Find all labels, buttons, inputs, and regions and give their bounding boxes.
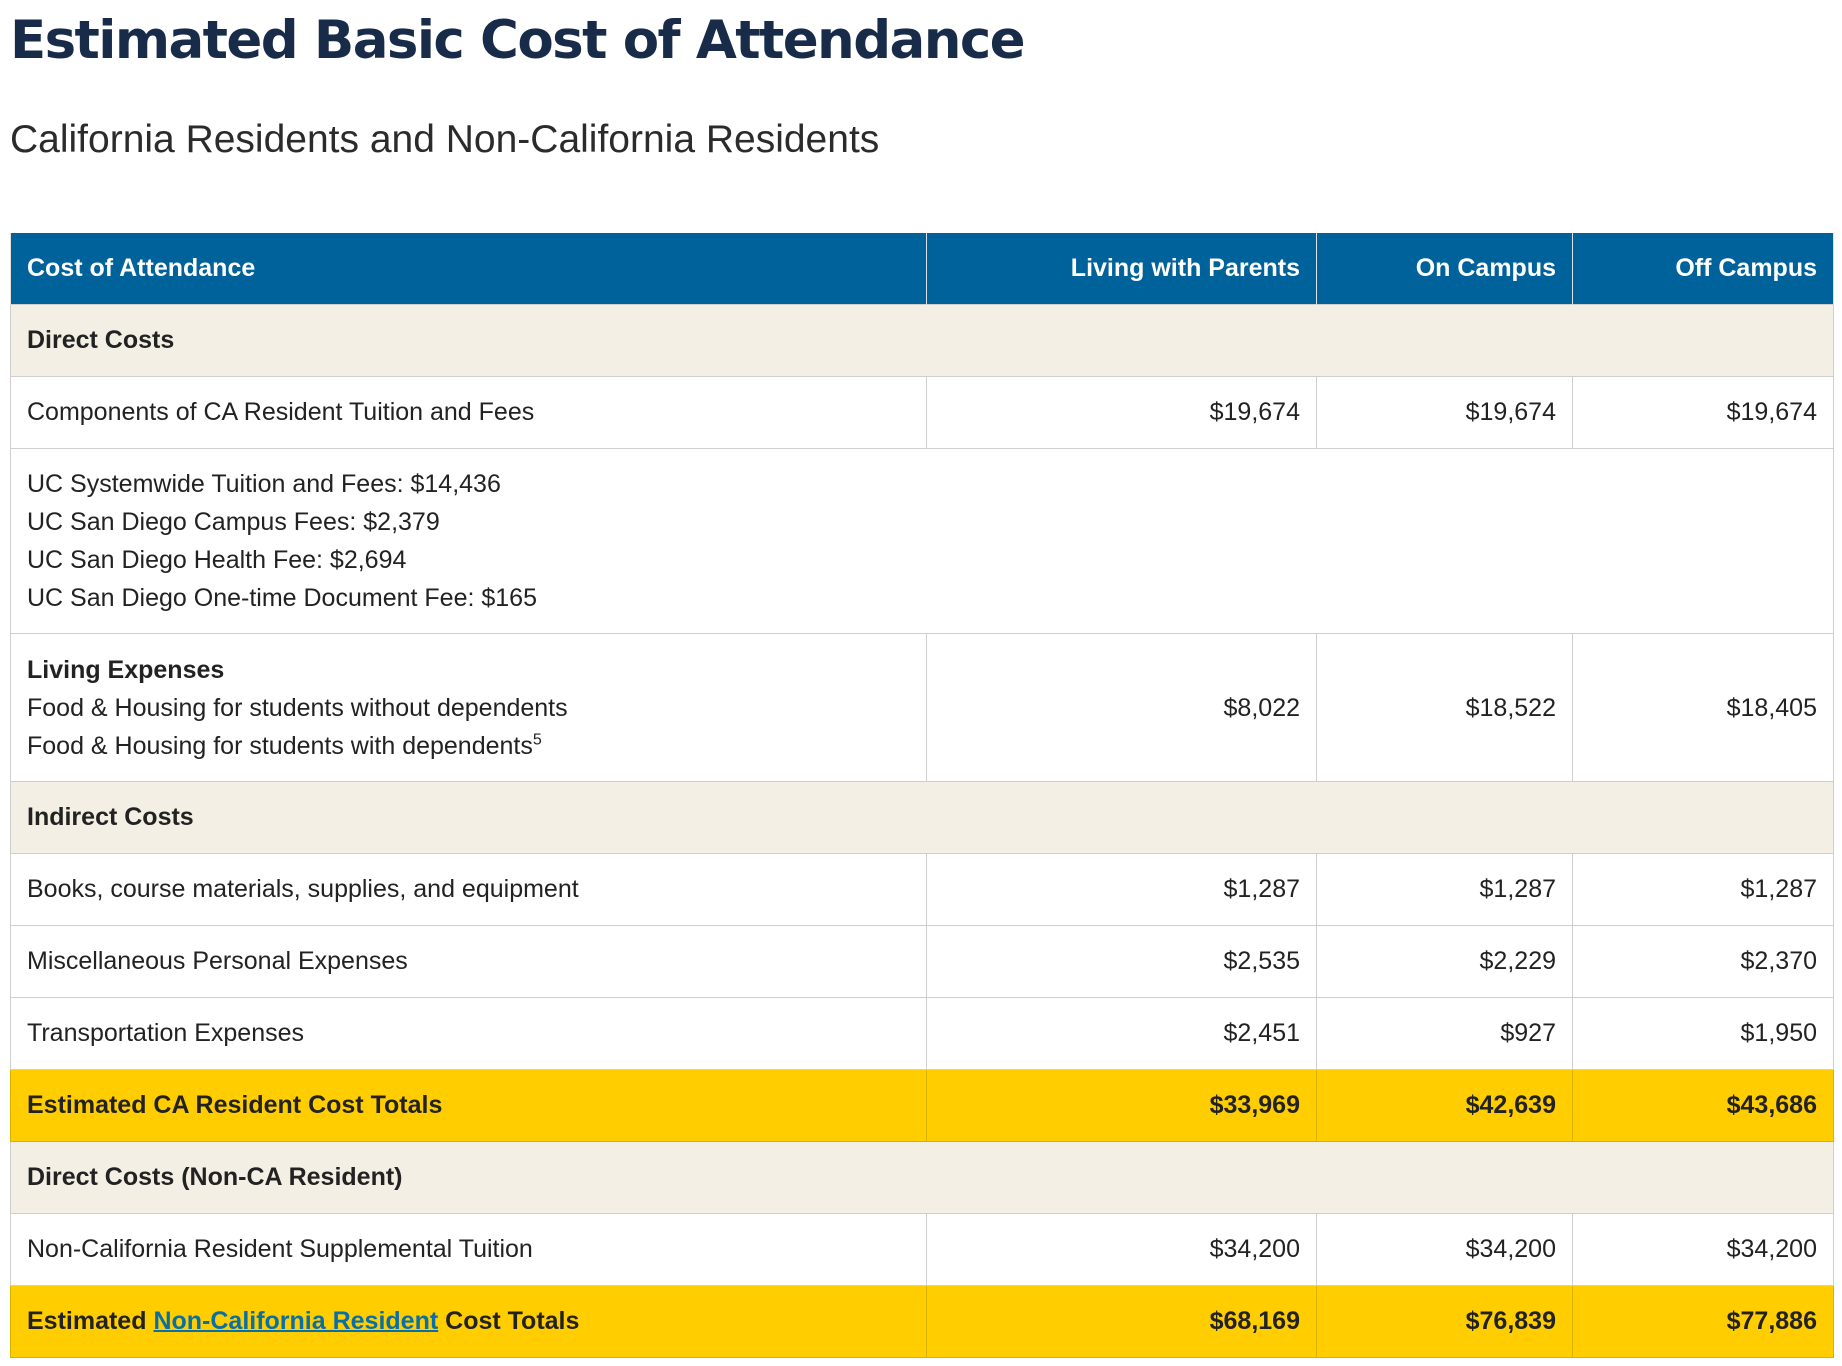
value-on-campus: $1,287	[1316, 853, 1573, 926]
footnote-marker: 5	[532, 731, 542, 749]
header-off-campus: Off Campus	[1572, 233, 1834, 305]
value-on-campus: $76,839	[1316, 1285, 1573, 1358]
non-ca-total-label-cell: Estimated Non-California Resident Cost T…	[10, 1285, 927, 1358]
table-row-books: Books, course materials, supplies, and e…	[10, 853, 1834, 926]
row-label: Transportation Expenses	[10, 997, 927, 1070]
value-on-campus: $18,522	[1316, 633, 1573, 782]
value-on-campus: $19,674	[1316, 376, 1573, 449]
cost-of-attendance-table: Cost of Attendance Living with Parents O…	[10, 233, 1834, 1358]
table-row-supplemental-tuition: Non-California Resident Supplemental Tui…	[10, 1213, 1834, 1286]
living-expenses-label-cell: Living Expenses Food & Housing for stude…	[10, 633, 927, 782]
value-on-campus: $927	[1316, 997, 1573, 1070]
living-expenses-with-dependents-text: Food & Housing for students with depende…	[27, 731, 533, 760]
breakdown-item: UC San Diego Campus Fees: $2,379	[27, 508, 440, 536]
value-living-with-parents: $34,200	[926, 1213, 1317, 1286]
value-living-with-parents: $68,169	[926, 1285, 1317, 1358]
row-label: Estimated CA Resident Cost Totals	[10, 1069, 927, 1142]
section-indirect-costs: Indirect Costs	[10, 781, 1834, 854]
value-living-with-parents: $8,022	[926, 633, 1317, 782]
value-off-campus: $34,200	[1572, 1213, 1834, 1286]
value-off-campus: $18,405	[1572, 633, 1834, 782]
living-expenses-line-with-dependents: Food & Housing for students with depende…	[27, 727, 910, 765]
table-row-living-expenses: Living Expenses Food & Housing for stude…	[10, 633, 1834, 782]
header-cost-of-attendance: Cost of Attendance	[10, 233, 927, 305]
tuition-breakdown-cell: UC Systemwide Tuition and Fees: $14,436 …	[10, 448, 1834, 634]
breakdown-item: UC Systemwide Tuition and Fees: $14,436	[27, 470, 501, 498]
breakdown-item: UC San Diego One-time Document Fee: $165	[27, 584, 537, 612]
value-living-with-parents: $33,969	[926, 1069, 1317, 1142]
non-california-resident-link[interactable]: Non-California Resident	[153, 1307, 438, 1335]
table-header-row: Cost of Attendance Living with Parents O…	[10, 233, 1834, 305]
value-on-campus: $2,229	[1316, 925, 1573, 998]
value-on-campus: $42,639	[1316, 1069, 1573, 1142]
row-label: Books, course materials, supplies, and e…	[10, 853, 927, 926]
value-living-with-parents: $2,451	[926, 997, 1317, 1070]
table-row-tuition-breakdown: UC Systemwide Tuition and Fees: $14,436 …	[10, 448, 1834, 634]
label-suffix: Cost Totals	[438, 1307, 580, 1335]
breakdown-item: UC San Diego Health Fee: $2,694	[27, 546, 407, 574]
row-label: Miscellaneous Personal Expenses	[10, 925, 927, 998]
value-off-campus: $1,287	[1572, 853, 1834, 926]
value-off-campus: $1,950	[1572, 997, 1834, 1070]
section-heading: Direct Costs	[10, 304, 1834, 377]
value-off-campus: $19,674	[1572, 376, 1834, 449]
value-off-campus: $43,686	[1572, 1069, 1834, 1142]
value-on-campus: $34,200	[1316, 1213, 1573, 1286]
living-expenses-heading: Living Expenses	[27, 655, 225, 684]
table-row-non-ca-total: Estimated Non-California Resident Cost T…	[10, 1285, 1834, 1358]
header-on-campus: On Campus	[1316, 233, 1573, 305]
page-subtitle: California Residents and Non-California …	[10, 118, 880, 161]
table-row-ca-total: Estimated CA Resident Cost Totals $33,96…	[10, 1069, 1834, 1142]
row-label: Non-California Resident Supplemental Tui…	[10, 1213, 927, 1286]
value-living-with-parents: $19,674	[926, 376, 1317, 449]
section-heading: Indirect Costs	[10, 781, 1834, 854]
label-prefix: Estimated	[27, 1307, 154, 1335]
value-off-campus: $77,886	[1572, 1285, 1834, 1358]
row-label: Components of CA Resident Tuition and Fe…	[10, 376, 927, 449]
value-living-with-parents: $1,287	[926, 853, 1317, 926]
living-expenses-line-without-dependents: Food & Housing for students without depe…	[27, 693, 568, 722]
page-title: Estimated Basic Cost of Attendance	[10, 10, 1026, 71]
value-off-campus: $2,370	[1572, 925, 1834, 998]
value-living-with-parents: $2,535	[926, 925, 1317, 998]
section-direct-costs-non-ca: Direct Costs (Non-CA Resident)	[10, 1141, 1834, 1214]
table-row-misc: Miscellaneous Personal Expenses $2,535 $…	[10, 925, 1834, 998]
section-heading: Direct Costs (Non-CA Resident)	[10, 1141, 1834, 1214]
table-row-tuition: Components of CA Resident Tuition and Fe…	[10, 376, 1834, 449]
table-row-transportation: Transportation Expenses $2,451 $927 $1,9…	[10, 997, 1834, 1070]
header-living-with-parents: Living with Parents	[926, 233, 1317, 305]
section-direct-costs: Direct Costs	[10, 304, 1834, 377]
page: Estimated Basic Cost of Attendance Calif…	[0, 0, 1842, 1366]
